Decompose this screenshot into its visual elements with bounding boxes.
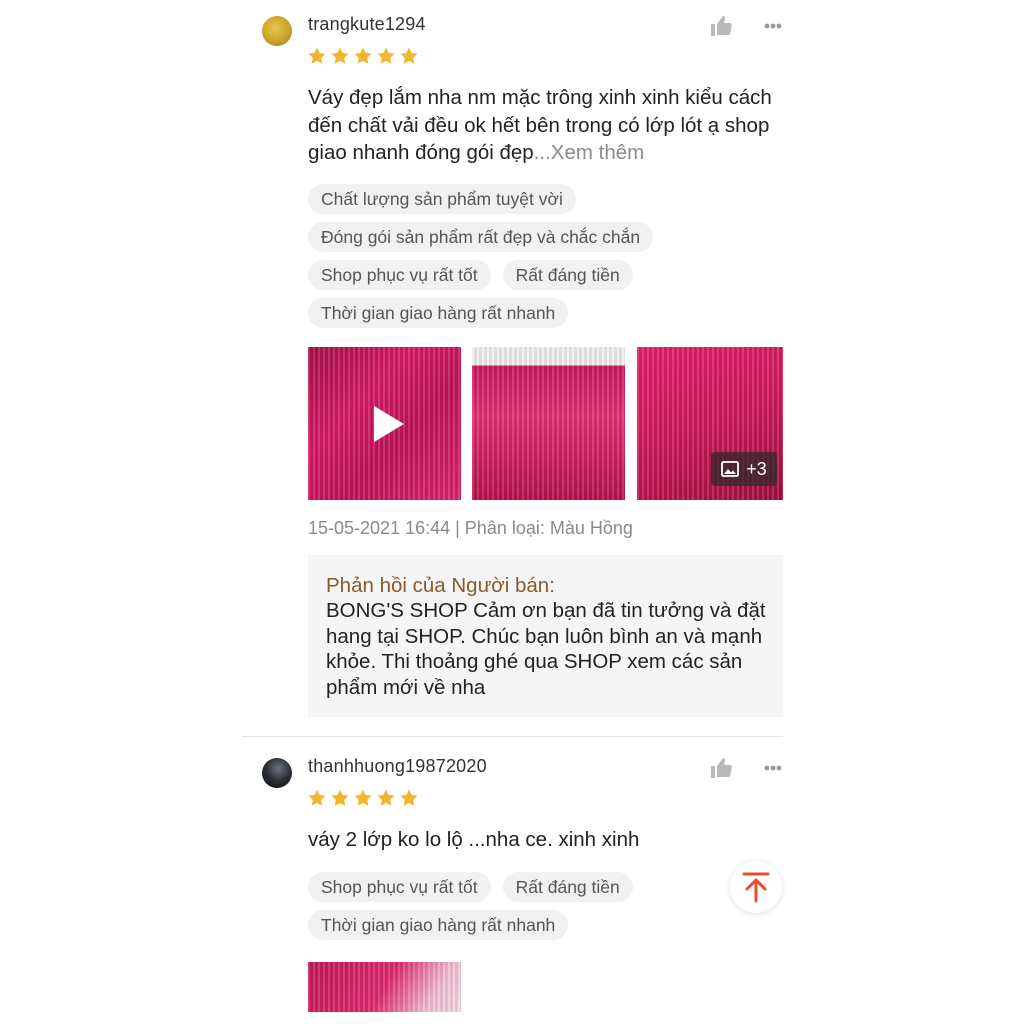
review-text: váy 2 lớp ko lo lộ ...nha ce. xinh xinh <box>308 828 640 851</box>
tag: Chất lượng sản phẩm tuyệt vời <box>308 184 576 214</box>
star-icon <box>400 47 418 64</box>
star-icon <box>331 789 349 806</box>
review-photo-thumbnail[interactable] <box>308 962 461 1012</box>
star-icon <box>308 789 326 806</box>
star-icon <box>331 47 349 64</box>
tag: Shop phục vụ rất tốt <box>308 260 491 290</box>
tag: Rất đáng tiền <box>502 260 633 290</box>
username[interactable]: trangkute1294 <box>308 14 426 35</box>
tag: Đóng gói sản phẩm rất đẹp và chắc chắn <box>308 222 654 252</box>
review-meta: 15-05-2021 16:44 | Phân loại: Màu Hồng <box>308 518 633 538</box>
more-options-icon[interactable] <box>758 753 788 783</box>
arrow-up-to-top-icon <box>742 872 770 903</box>
review-photo-thumbnail[interactable] <box>472 347 625 500</box>
star-icon <box>377 47 395 64</box>
image-icon <box>721 461 740 477</box>
thumbs-up-icon[interactable] <box>706 753 736 783</box>
star-icon <box>377 789 395 806</box>
more-media-count: +3 <box>746 458 767 479</box>
star-icon <box>354 47 372 64</box>
seller-reply: Phản hồi của Người bán: BONG'S SHOP Cảm … <box>308 555 783 717</box>
tag: Thời gian giao hàng rất nhanh <box>308 298 569 328</box>
play-icon[interactable] <box>370 404 406 444</box>
divider <box>242 736 783 737</box>
tag: Rất đáng tiền <box>502 872 633 902</box>
tag: Shop phục vụ rất tốt <box>308 872 491 902</box>
review-tags: Shop phục vụ rất tốt Rất đáng tiền Thời … <box>308 872 708 940</box>
thumbs-up-icon[interactable] <box>706 11 736 41</box>
star-icon <box>354 789 372 806</box>
scroll-to-top-button[interactable] <box>730 861 782 913</box>
seller-reply-text: BONG'S SHOP Cảm ơn bạn đã tin tưởng và đ… <box>326 599 766 699</box>
seller-reply-title: Phản hồi của Người bán: <box>326 574 555 597</box>
review-text: Váy đẹp lắm nha nm mặc trông xinh xinh k… <box>308 84 786 167</box>
more-options-icon[interactable] <box>758 11 788 41</box>
more-media-badge[interactable]: +3 <box>711 452 777 486</box>
tag: Thời gian giao hàng rất nhanh <box>308 910 569 940</box>
username[interactable]: thanhhuong19872020 <box>308 756 487 777</box>
star-icon <box>308 47 326 64</box>
review-tags: Chất lượng sản phẩm tuyệt vời Đóng gói s… <box>308 184 788 328</box>
avatar[interactable] <box>262 758 292 788</box>
star-icon <box>400 789 418 806</box>
avatar[interactable] <box>262 16 292 46</box>
star-rating <box>307 46 419 66</box>
see-more-link[interactable]: ...Xem thêm <box>534 141 645 164</box>
star-rating <box>307 788 419 808</box>
